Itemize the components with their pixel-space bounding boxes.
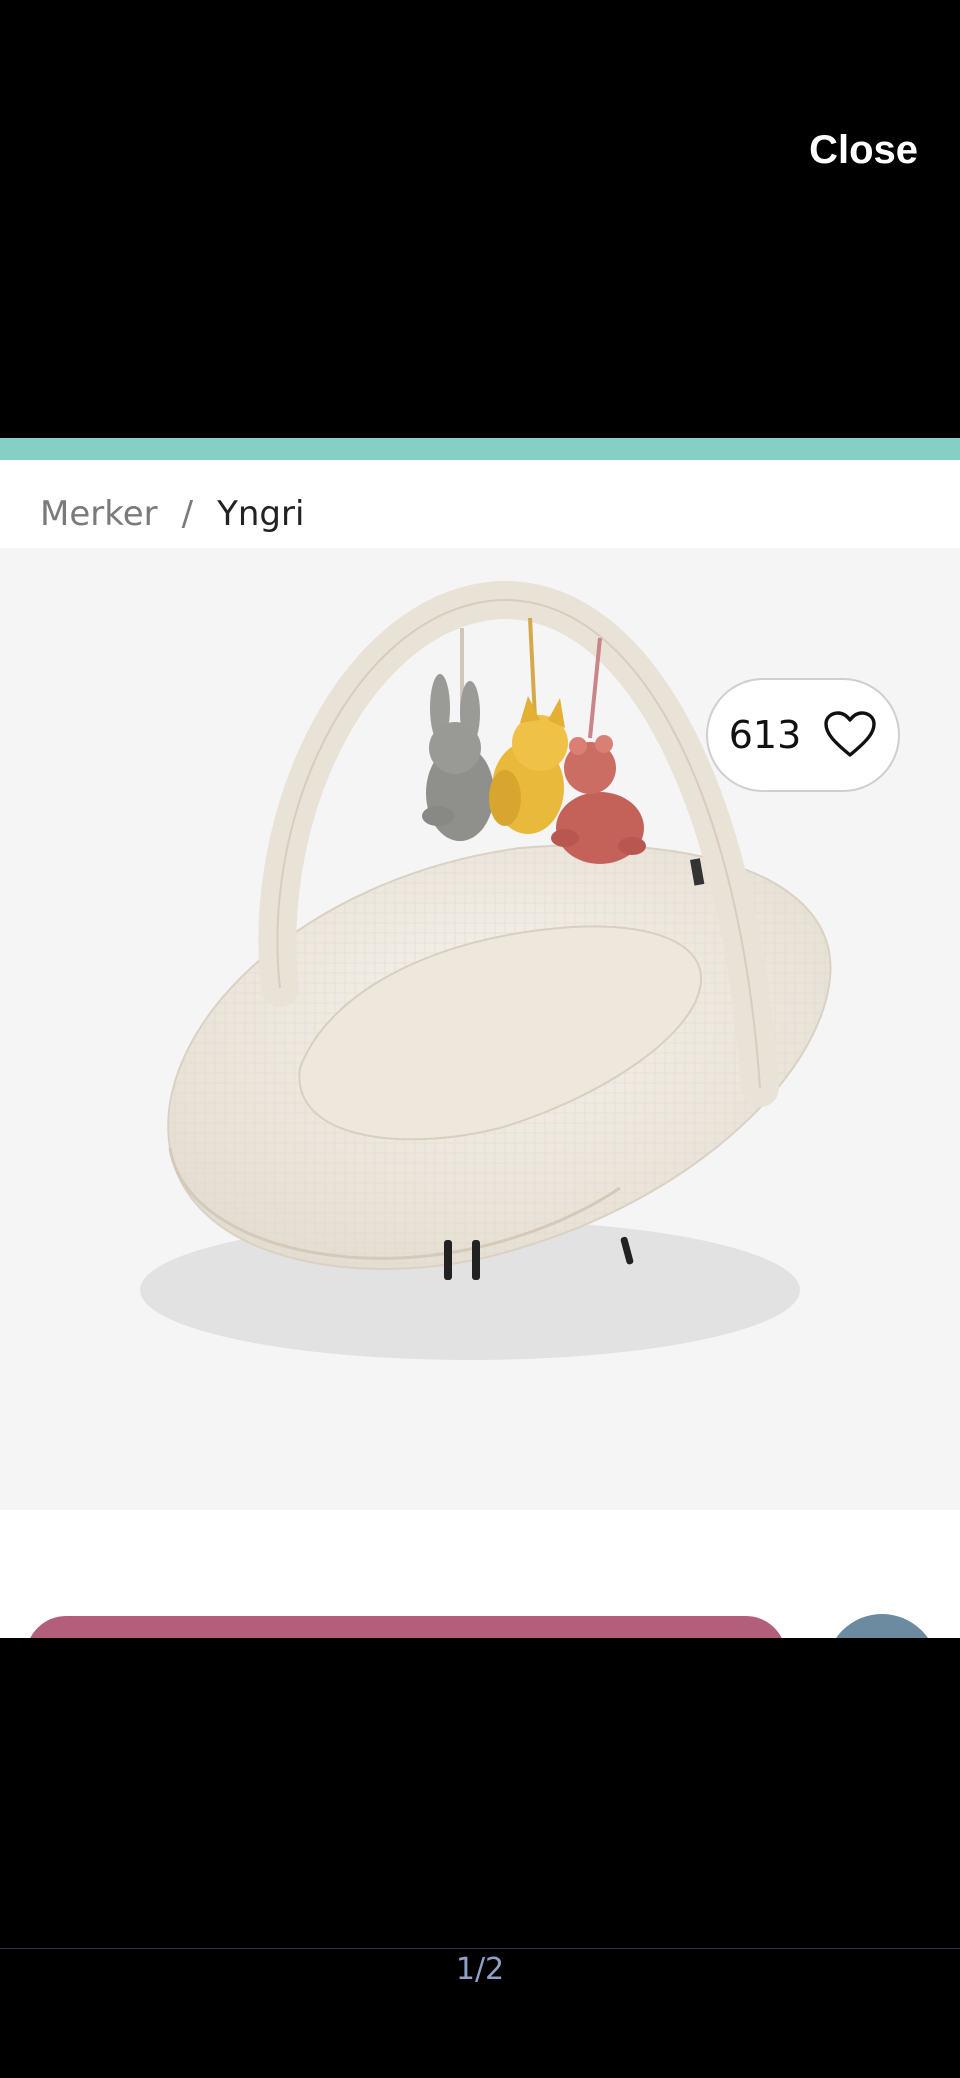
yellow-fox-toy <box>489 696 568 834</box>
round-action-button[interactable] <box>826 1614 938 1638</box>
breadcrumb: Merker / Yngri <box>40 484 304 544</box>
breadcrumb-merker[interactable]: Merker <box>40 494 158 534</box>
grey-rabbit-toy <box>422 674 494 841</box>
footer-divider <box>0 1948 960 1949</box>
close-button[interactable]: Close <box>809 128 918 173</box>
product-image[interactable]: 613 <box>0 548 960 1510</box>
heart-icon <box>823 711 877 759</box>
breadcrumb-separator: / <box>181 494 194 534</box>
product-screenshot: Merker / Yngri 613 <box>0 438 960 1638</box>
like-count: 613 <box>728 713 802 757</box>
buy-button[interactable] <box>26 1616 786 1638</box>
breadcrumb-current: Yngri <box>217 494 305 534</box>
like-button[interactable]: 613 <box>706 678 900 792</box>
image-pager: 1/2 <box>455 1952 505 1987</box>
accent-bar <box>0 438 960 460</box>
